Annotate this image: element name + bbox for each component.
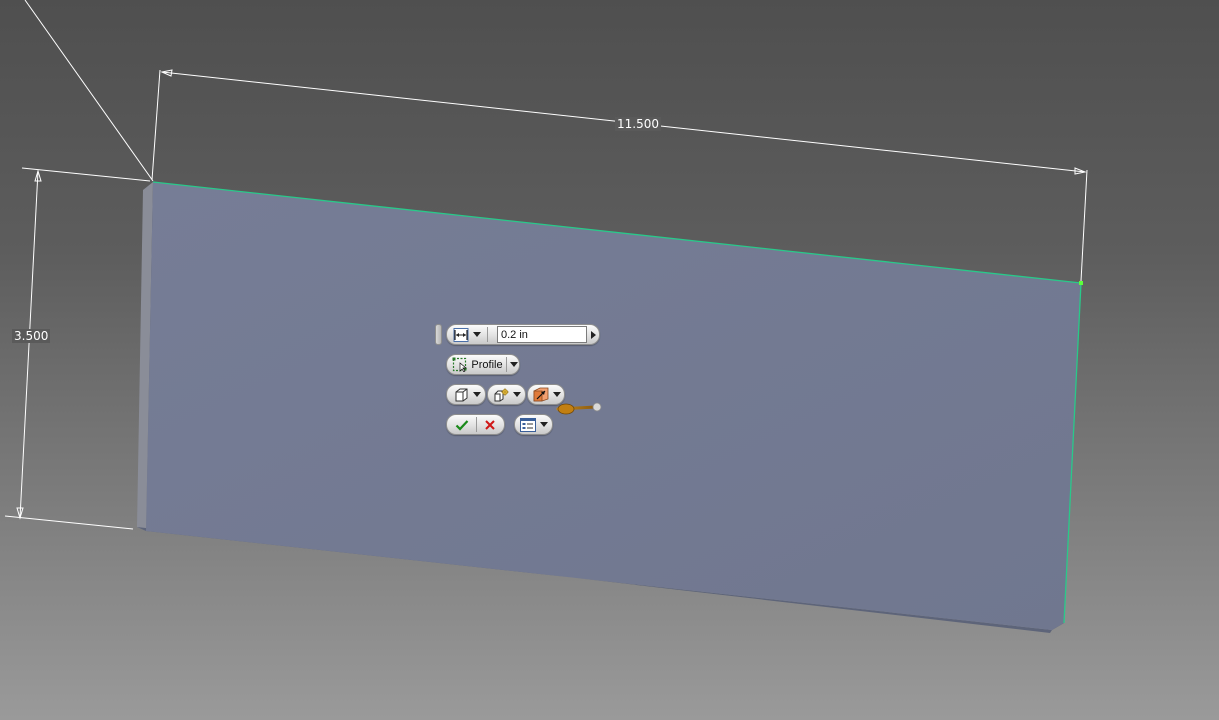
chevron-down-icon	[513, 392, 521, 397]
dialog-options-content	[518, 415, 550, 434]
dialog-options-icon	[520, 417, 536, 432]
distance-row	[446, 324, 600, 345]
graphics-viewport[interactable]	[0, 0, 1219, 720]
output-content	[451, 385, 483, 404]
dim-line-height	[19, 170, 39, 519]
dim-extension-line-top	[21, 167, 151, 182]
dialog-options-dropdown[interactable]	[514, 414, 553, 435]
separator	[487, 327, 488, 342]
chevron-down-icon	[509, 362, 518, 367]
profile-select-button[interactable]: Profile	[450, 355, 505, 374]
profile-label: Profile	[471, 358, 503, 371]
chevron-down-icon	[472, 392, 481, 397]
dimension-height-label[interactable]: 3.500	[12, 329, 51, 343]
expand-arrow-icon	[590, 330, 596, 339]
part-face[interactable]	[146, 182, 1081, 630]
checkmark-icon	[455, 419, 469, 431]
output-dropdown[interactable]	[446, 384, 486, 405]
extents-dropdown[interactable]	[449, 325, 485, 344]
construction-line	[24, 0, 154, 182]
distance-value-input[interactable]	[497, 326, 587, 343]
ok-button[interactable]	[449, 415, 475, 434]
solid-output-icon	[455, 388, 467, 401]
chevron-down-icon	[552, 392, 561, 397]
profile-selector[interactable]: Profile	[446, 354, 520, 375]
direction-dropdown[interactable]	[527, 384, 565, 405]
distance-extents-icon	[453, 327, 469, 342]
operation-content	[492, 385, 523, 404]
chevron-down-icon	[540, 422, 548, 427]
profile-dropdown[interactable]	[508, 355, 519, 374]
dim-extension-line-right	[1080, 169, 1088, 282]
join-operation-icon	[494, 387, 509, 401]
direction-content	[531, 385, 562, 404]
chevron-down-icon	[473, 332, 481, 337]
expand-arrow-button[interactable]	[588, 325, 598, 344]
dim-extension-line-left	[151, 69, 161, 181]
profile-select-icon	[452, 357, 468, 372]
ok-cancel-group	[446, 414, 505, 435]
separator	[506, 357, 507, 372]
toolbar-grip[interactable]	[435, 324, 442, 345]
close-icon	[485, 419, 495, 430]
dimension-width-label[interactable]: 11.500	[615, 117, 661, 131]
dim-extension-line-bottom	[4, 515, 134, 530]
cancel-button[interactable]	[477, 415, 503, 434]
edge-endpoint-marker	[1079, 281, 1083, 285]
direction-icon	[533, 387, 548, 402]
operation-dropdown[interactable]	[487, 384, 526, 405]
